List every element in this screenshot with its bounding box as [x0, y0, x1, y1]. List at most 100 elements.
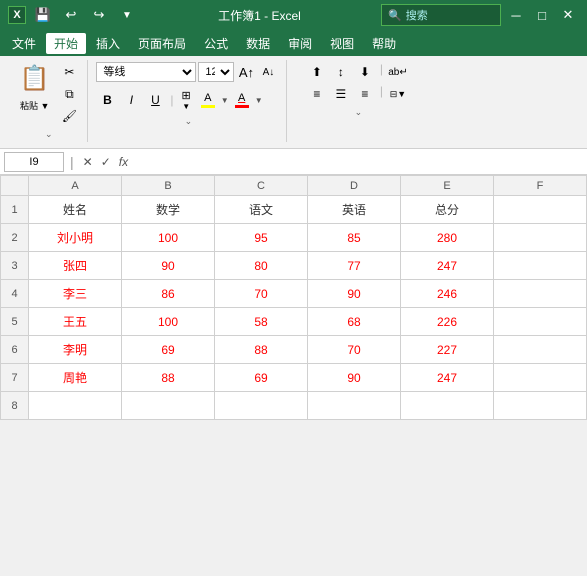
close-button[interactable]: ✕: [557, 4, 579, 26]
cell[interactable]: [494, 280, 587, 308]
font-name-select[interactable]: 等线: [96, 62, 196, 82]
col-header-A[interactable]: A: [29, 176, 122, 196]
undo-button[interactable]: ↩: [60, 4, 82, 26]
cell[interactable]: 68: [308, 308, 401, 336]
fx-icon[interactable]: fx: [116, 155, 131, 169]
cell[interactable]: [494, 336, 587, 364]
cell[interactable]: 227: [401, 336, 494, 364]
cell[interactable]: 226: [401, 308, 494, 336]
cell[interactable]: 90: [308, 364, 401, 392]
font-size-select[interactable]: 12: [198, 62, 234, 82]
cell[interactable]: 李明: [29, 336, 122, 364]
cell[interactable]: 85: [308, 224, 401, 252]
cell[interactable]: 88: [215, 336, 308, 364]
cell[interactable]: 90: [308, 280, 401, 308]
cell[interactable]: 80: [215, 252, 308, 280]
col-header-E[interactable]: E: [401, 176, 494, 196]
cut-button[interactable]: ✂: [59, 62, 79, 82]
border-button[interactable]: ⊞ ▼: [178, 87, 195, 113]
paste-dropdown[interactable]: 粘贴 ▼: [16, 97, 53, 114]
wrap-text-button[interactable]: ab↵: [387, 62, 409, 82]
cell[interactable]: [308, 392, 401, 420]
cell[interactable]: 刘小明: [29, 224, 122, 252]
cell[interactable]: 姓名: [29, 196, 122, 224]
align-right-button[interactable]: ≡: [354, 84, 376, 104]
toolbar-more-button[interactable]: ▼: [116, 4, 138, 26]
cell[interactable]: 王五: [29, 308, 122, 336]
row-header-1[interactable]: 1: [1, 196, 29, 224]
format-painter-button[interactable]: 🖌: [59, 106, 79, 126]
cell[interactable]: 69: [122, 336, 215, 364]
cell[interactable]: 语文: [215, 196, 308, 224]
cell[interactable]: 90: [122, 252, 215, 280]
cell[interactable]: 李三: [29, 280, 122, 308]
maximize-button[interactable]: □: [531, 4, 553, 26]
cell[interactable]: 246: [401, 280, 494, 308]
redo-button[interactable]: ↪: [88, 4, 110, 26]
cell[interactable]: [494, 224, 587, 252]
cell[interactable]: [494, 308, 587, 336]
cell[interactable]: 77: [308, 252, 401, 280]
col-header-B[interactable]: B: [122, 176, 215, 196]
cell[interactable]: 280: [401, 224, 494, 252]
col-header-D[interactable]: D: [308, 176, 401, 196]
cancel-icon[interactable]: ✕: [80, 155, 96, 169]
cell[interactable]: [494, 364, 587, 392]
align-left-button[interactable]: ≡: [306, 84, 328, 104]
cell[interactable]: 86: [122, 280, 215, 308]
cell[interactable]: [215, 392, 308, 420]
underline-button[interactable]: U: [144, 90, 166, 110]
row-header-8[interactable]: 8: [1, 392, 29, 420]
italic-button[interactable]: I: [120, 90, 142, 110]
cell[interactable]: [494, 392, 587, 420]
menu-item-帮助[interactable]: 帮助: [364, 33, 404, 54]
menu-item-文件[interactable]: 文件: [4, 33, 44, 54]
row-header-3[interactable]: 3: [1, 252, 29, 280]
menu-item-插入[interactable]: 插入: [88, 33, 128, 54]
cell[interactable]: 总分: [401, 196, 494, 224]
cell[interactable]: 88: [122, 364, 215, 392]
cell[interactable]: [494, 196, 587, 224]
cell[interactable]: 247: [401, 252, 494, 280]
cell[interactable]: 69: [215, 364, 308, 392]
search-box[interactable]: 🔍 搜索: [381, 4, 501, 26]
formula-input[interactable]: [135, 152, 583, 172]
align-top-button[interactable]: ⬆: [306, 62, 328, 82]
fill-color-button[interactable]: A: [197, 90, 219, 110]
row-header-7[interactable]: 7: [1, 364, 29, 392]
font-color-dropdown[interactable]: ▼: [255, 96, 263, 105]
menu-item-页面布局[interactable]: 页面布局: [130, 33, 194, 54]
merge-button[interactable]: ⊟▼: [387, 84, 409, 104]
increase-font-button[interactable]: A↑: [236, 62, 256, 82]
cell[interactable]: 58: [215, 308, 308, 336]
menu-item-数据[interactable]: 数据: [238, 33, 278, 54]
align-center-button[interactable]: ☰: [330, 84, 352, 104]
cell[interactable]: 数学: [122, 196, 215, 224]
cell[interactable]: [494, 252, 587, 280]
menu-item-审阅[interactable]: 审阅: [280, 33, 320, 54]
cell[interactable]: 100: [122, 224, 215, 252]
fill-color-dropdown[interactable]: ▼: [221, 96, 229, 105]
font-color-button[interactable]: A: [231, 90, 253, 110]
cell[interactable]: [401, 392, 494, 420]
cell[interactable]: 周艳: [29, 364, 122, 392]
confirm-icon[interactable]: ✓: [98, 155, 114, 169]
bold-button[interactable]: B: [96, 90, 118, 110]
cell[interactable]: [29, 392, 122, 420]
col-header-F[interactable]: F: [494, 176, 587, 196]
row-header-2[interactable]: 2: [1, 224, 29, 252]
cell[interactable]: 100: [122, 308, 215, 336]
minimize-button[interactable]: ─: [505, 4, 527, 26]
cell[interactable]: 70: [215, 280, 308, 308]
col-header-C[interactable]: C: [215, 176, 308, 196]
align-middle-button[interactable]: ↕: [330, 62, 352, 82]
cell[interactable]: 英语: [308, 196, 401, 224]
cell[interactable]: [122, 392, 215, 420]
save-button[interactable]: 💾: [32, 4, 54, 26]
row-header-6[interactable]: 6: [1, 336, 29, 364]
cell[interactable]: 247: [401, 364, 494, 392]
align-bottom-button[interactable]: ⬇: [354, 62, 376, 82]
paste-button[interactable]: 📋: [18, 62, 52, 95]
row-header-5[interactable]: 5: [1, 308, 29, 336]
menu-item-视图[interactable]: 视图: [322, 33, 362, 54]
